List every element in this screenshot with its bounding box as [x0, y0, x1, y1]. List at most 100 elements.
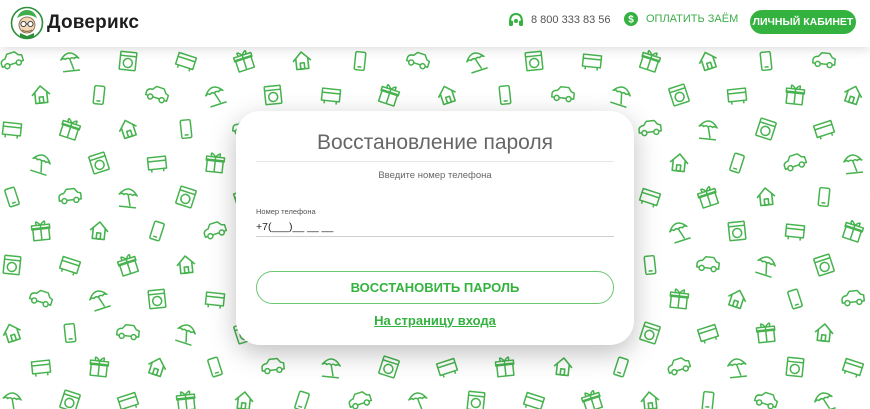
sofa-icon [812, 119, 837, 142]
washing-machine-icon [263, 84, 283, 106]
login-page-link[interactable]: На страницу входа [236, 313, 634, 328]
gift-icon [115, 252, 141, 278]
house-icon [175, 254, 197, 275]
gift-icon [579, 388, 605, 409]
house-icon [88, 220, 110, 241]
house-icon [233, 390, 255, 409]
house-icon [115, 116, 140, 141]
title-divider [256, 161, 614, 162]
phone-icon [759, 50, 773, 72]
washing-machine-icon [754, 117, 778, 141]
phone-icon [353, 50, 367, 72]
sofa-icon [435, 357, 460, 380]
car-icon [404, 49, 432, 71]
phone-icon [643, 254, 657, 276]
phone-icon [817, 186, 831, 208]
house-icon [813, 322, 835, 343]
washing-machine-icon [785, 356, 805, 378]
car-icon [143, 83, 171, 105]
umbrella-icon [59, 51, 81, 73]
svg-text:$: $ [628, 15, 634, 26]
phone-icon [612, 356, 630, 378]
umbrella-icon [203, 83, 228, 109]
umbrella-icon [812, 389, 837, 409]
washing-machine-icon [638, 321, 662, 345]
umbrella-icon [28, 151, 53, 177]
sofa-icon [840, 357, 865, 380]
gift-icon [494, 355, 516, 378]
car-icon [695, 255, 721, 273]
card-title: Восстановление пароля [316, 131, 554, 154]
umbrella-icon [407, 391, 429, 409]
sofa-icon [173, 51, 198, 74]
house-icon [434, 82, 459, 107]
house-icon [145, 354, 170, 379]
washing-machine-icon [118, 50, 138, 72]
umbrella-icon [320, 357, 342, 379]
logo[interactable]: Доверикс [10, 6, 139, 40]
sofa-icon [581, 53, 603, 72]
sofa-icon [146, 155, 168, 174]
site-header: Доверикс 8 800 333 83 56 $ ОПЛАТИТЬ ЗАЁМ… [0, 0, 870, 47]
gift-icon [376, 82, 402, 108]
car-icon [115, 323, 141, 341]
umbrella-icon [173, 321, 198, 347]
sofa-icon [696, 323, 721, 346]
umbrella-icon [753, 253, 778, 279]
car-icon [27, 287, 55, 309]
phone-icon [786, 288, 804, 310]
car-icon [346, 389, 374, 409]
car-icon [811, 51, 837, 69]
gift-icon [755, 321, 777, 344]
car-icon [665, 355, 693, 377]
card-hint: Введите номер телефона [378, 170, 492, 181]
phone-field-label: Номер телефона [256, 207, 316, 216]
car-icon [201, 219, 229, 241]
sofa-icon [204, 291, 226, 310]
logo-text: Доверикс [47, 12, 140, 33]
gift-icon [784, 83, 806, 106]
phone-icon [701, 390, 715, 409]
phone-icon [728, 152, 746, 174]
sofa-icon [726, 87, 748, 106]
house-icon [639, 390, 661, 409]
car-icon [781, 151, 809, 173]
washing-machine-icon [377, 355, 401, 379]
car-icon [57, 187, 83, 205]
sofa-icon [57, 255, 82, 278]
house-icon [291, 50, 313, 71]
sofa-icon [637, 187, 662, 210]
gift-icon [668, 287, 690, 310]
car-icon [0, 49, 26, 71]
phone-icon [293, 390, 311, 409]
phone-contact[interactable]: 8 800 333 83 56 [508, 12, 611, 28]
restore-password-button[interactable]: ВОССТАНОВИТЬ ПАРОЛЬ [256, 271, 614, 304]
sofa-icon [521, 391, 546, 409]
house-icon [841, 82, 866, 107]
umbrella-icon [667, 219, 692, 245]
house-icon [668, 152, 690, 173]
personal-cabinet-button[interactable]: ЛИЧНЫЙ КАБИНЕТ [750, 10, 856, 34]
umbrella-icon [697, 119, 719, 141]
washing-machine-icon [727, 220, 747, 242]
phone-icon [63, 322, 77, 344]
car-icon [752, 389, 780, 409]
gift-icon [695, 184, 721, 210]
washing-machine-icon [2, 254, 22, 276]
mascot-logo-icon [10, 6, 44, 40]
umbrella-icon [464, 49, 489, 75]
gift-icon [88, 355, 110, 378]
house-icon [695, 48, 720, 73]
umbrella-icon [117, 187, 139, 209]
car-icon [637, 119, 663, 137]
sofa-icon [30, 359, 52, 378]
sofa-icon [116, 391, 141, 409]
gift-icon [637, 48, 663, 74]
car-icon [550, 85, 576, 103]
house-icon [755, 186, 777, 207]
phone-icon [92, 84, 106, 106]
phone-input[interactable] [256, 217, 614, 237]
washing-machine-icon [812, 253, 836, 277]
gift-icon [231, 48, 257, 74]
pay-loan-link[interactable]: $ ОПЛАТИТЬ ЗАЁМ [624, 12, 738, 26]
